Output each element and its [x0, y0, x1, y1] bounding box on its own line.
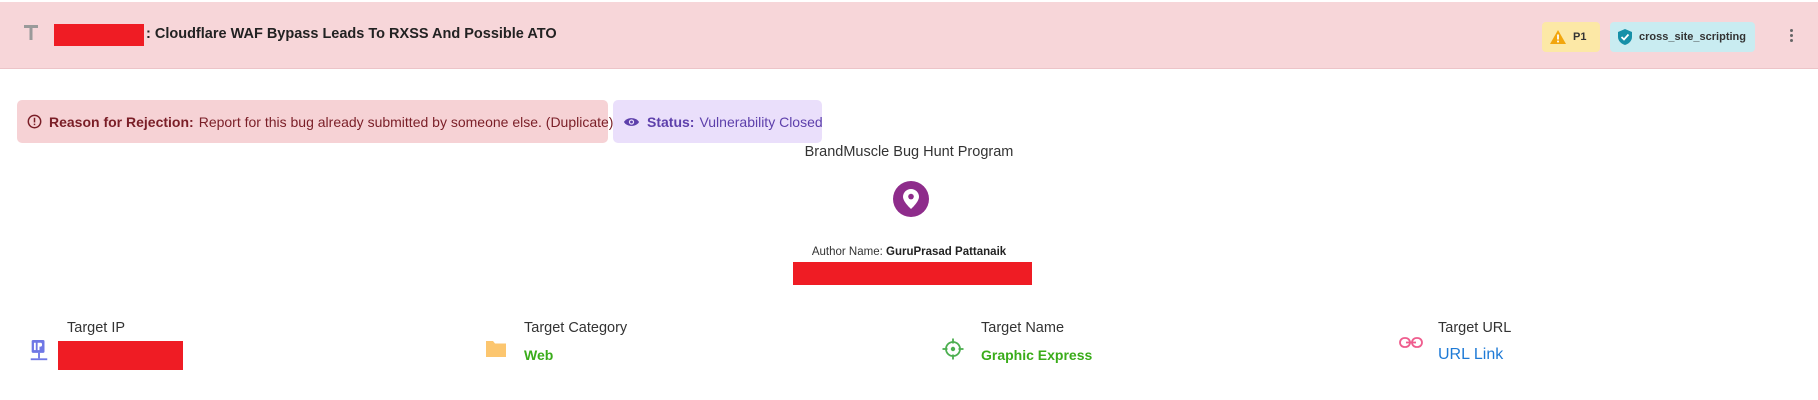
- author-name: GuruPrasad Pattanaik: [886, 246, 1007, 258]
- rejection-label: Reason for Rejection:: [49, 113, 194, 130]
- warning-triangle-icon: [1550, 30, 1566, 44]
- program-pin: [893, 181, 929, 217]
- priority-badge: P1: [1542, 22, 1600, 52]
- target-name-label: Target Name: [981, 320, 1065, 336]
- status-text: Vulnerability Closed: [699, 113, 823, 130]
- crosshair-icon: [942, 338, 964, 360]
- alert-circle-icon: [27, 114, 42, 129]
- author-label: Author Name:: [811, 246, 883, 258]
- author-line: Author Name: GuruPrasad Pattanaik: [0, 246, 1818, 258]
- target-url-label: Target URL: [1438, 320, 1512, 336]
- redacted-block: [58, 341, 183, 370]
- target-url-link[interactable]: URL Link: [1438, 346, 1503, 364]
- folder-icon: [486, 341, 506, 357]
- eye-icon: [623, 117, 640, 126]
- priority-label: P1: [1573, 31, 1587, 43]
- kebab-menu-icon[interactable]: [1788, 29, 1794, 45]
- report-header: : Cloudflare WAF Bypass Leads To RXSS An…: [0, 2, 1818, 69]
- target-name-value: Graphic Express: [981, 347, 1093, 363]
- report-title: : Cloudflare WAF Bypass Leads To RXSS An…: [146, 26, 557, 42]
- redacted-block: [54, 24, 144, 46]
- redacted-block: [793, 262, 1032, 285]
- link-icon: [1399, 337, 1423, 348]
- status-label: Status:: [647, 113, 695, 130]
- target-ip-label: Target IP: [67, 320, 126, 336]
- vulnerability-tag-label: cross_site_scripting: [1639, 31, 1746, 43]
- map-pin-icon: [903, 189, 919, 209]
- status-alert: Status: Vulnerability Closed: [613, 100, 823, 143]
- vulnerability-tag-badge: cross_site_scripting: [1610, 22, 1755, 52]
- rejection-text: Report for this bug already submitted by…: [198, 113, 614, 130]
- shield-check-icon: [1618, 29, 1632, 45]
- rejection-alert: Reason for Rejection: Report for this bu…: [17, 100, 613, 143]
- text-t-icon: [24, 25, 38, 40]
- ip-network-icon: [30, 340, 48, 361]
- target-category-value: Web: [524, 347, 554, 363]
- target-category-label: Target Category: [524, 320, 628, 336]
- program-name: BrandMuscle Bug Hunt Program: [804, 144, 1014, 160]
